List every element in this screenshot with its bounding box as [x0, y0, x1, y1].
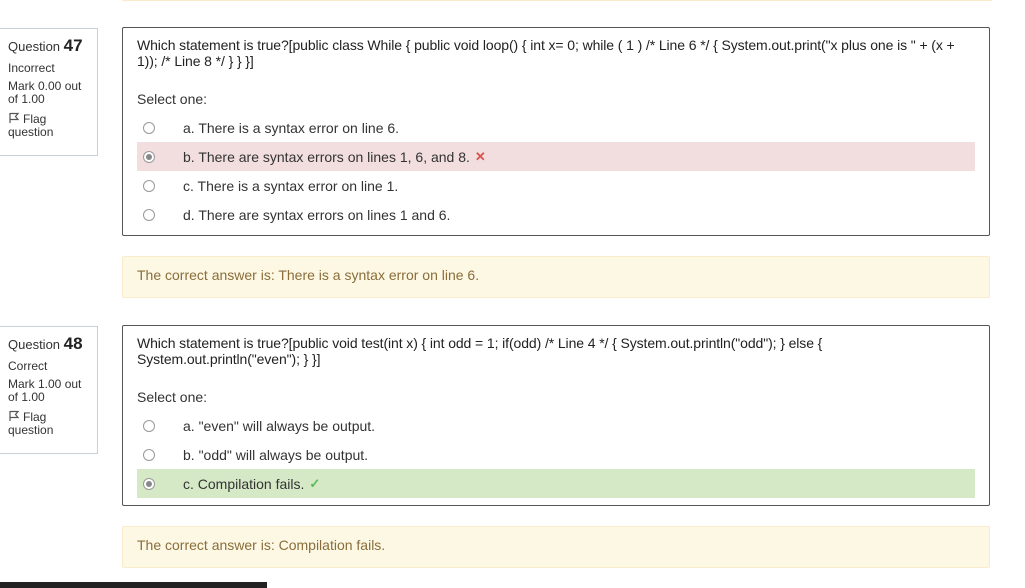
radio-button[interactable]	[143, 448, 155, 461]
correct-answer-feedback-48: The correct answer is: Compilation fails…	[122, 526, 990, 568]
cross-icon: ✕	[474, 148, 486, 164]
question-text: Which statement is true?[public class Wh…	[137, 37, 955, 69]
question-content-47: Which statement is true?[public class Wh…	[122, 27, 990, 236]
question-number: Question 48	[8, 335, 91, 354]
answer-options: a. There is a syntax error on line 6. b.…	[137, 113, 975, 229]
flag-icon	[9, 112, 20, 123]
option-label: c. Compilation fails.	[183, 475, 305, 492]
radio-button[interactable]	[143, 477, 155, 490]
question-label: Question	[8, 337, 61, 352]
answer-option-c[interactable]: c. There is a syntax error on line 1.	[137, 171, 975, 200]
option-label: a. "even" will always be output.	[183, 417, 376, 434]
flag-icon	[9, 410, 20, 421]
answer-options: a. "even" will always be output. b. "odd…	[137, 411, 975, 498]
radio-button[interactable]	[143, 150, 155, 163]
question-info-47: Question 47 Incorrect Mark 0.00 out of 1…	[0, 28, 98, 156]
radio-button[interactable]	[143, 208, 155, 221]
question-state: Correct	[8, 359, 48, 373]
radio-button[interactable]	[143, 179, 155, 192]
answer-option-a[interactable]: a. "even" will always be output.	[137, 411, 975, 440]
question-number: Question 47	[8, 37, 91, 56]
radio-selected-dot	[146, 480, 152, 487]
flag-question-link[interactable]: Flag question	[8, 410, 91, 437]
select-one-prompt: Select one:	[137, 389, 208, 405]
radio-selected-dot	[146, 153, 152, 160]
option-label: a. There is a syntax error on line 6.	[183, 119, 400, 136]
answer-option-a[interactable]: a. There is a syntax error on line 6.	[137, 113, 975, 142]
option-label: b. There are syntax errors on lines 1, 6…	[183, 148, 470, 165]
option-label: d. There are syntax errors on lines 1 an…	[183, 206, 451, 223]
select-one-prompt: Select one:	[137, 91, 208, 107]
question-content-48: Which statement is true?[public void tes…	[122, 325, 990, 506]
option-label: b. "odd" will always be output.	[183, 446, 369, 463]
question-grade: Mark 0.00 out of 1.00	[8, 79, 82, 106]
question-number-value: 47	[63, 36, 83, 55]
check-icon: ✓	[309, 475, 321, 491]
bottom-bar	[0, 582, 267, 588]
previous-feedback-edge	[122, 0, 992, 1]
question-state: Incorrect	[8, 61, 55, 75]
radio-button[interactable]	[143, 121, 155, 134]
question-label: Question	[8, 39, 61, 54]
correct-answer-feedback-47: The correct answer is: There is a syntax…	[122, 256, 990, 298]
question-info-48: Question 48 Correct Mark 1.00 out of 1.0…	[0, 326, 98, 454]
flag-question-link[interactable]: Flag question	[8, 112, 91, 139]
radio-button[interactable]	[143, 419, 155, 432]
answer-option-d[interactable]: d. There are syntax errors on lines 1 an…	[137, 200, 975, 229]
question-number-value: 48	[63, 334, 83, 353]
option-label: c. There is a syntax error on line 1.	[183, 177, 399, 194]
question-text: Which statement is true?[public void tes…	[137, 335, 823, 367]
answer-option-b[interactable]: b. There are syntax errors on lines 1, 6…	[137, 142, 975, 171]
answer-option-b[interactable]: b. "odd" will always be output.	[137, 440, 975, 469]
answer-option-c[interactable]: c. Compilation fails. ✓	[137, 469, 975, 498]
question-grade: Mark 1.00 out of 1.00	[8, 377, 82, 404]
